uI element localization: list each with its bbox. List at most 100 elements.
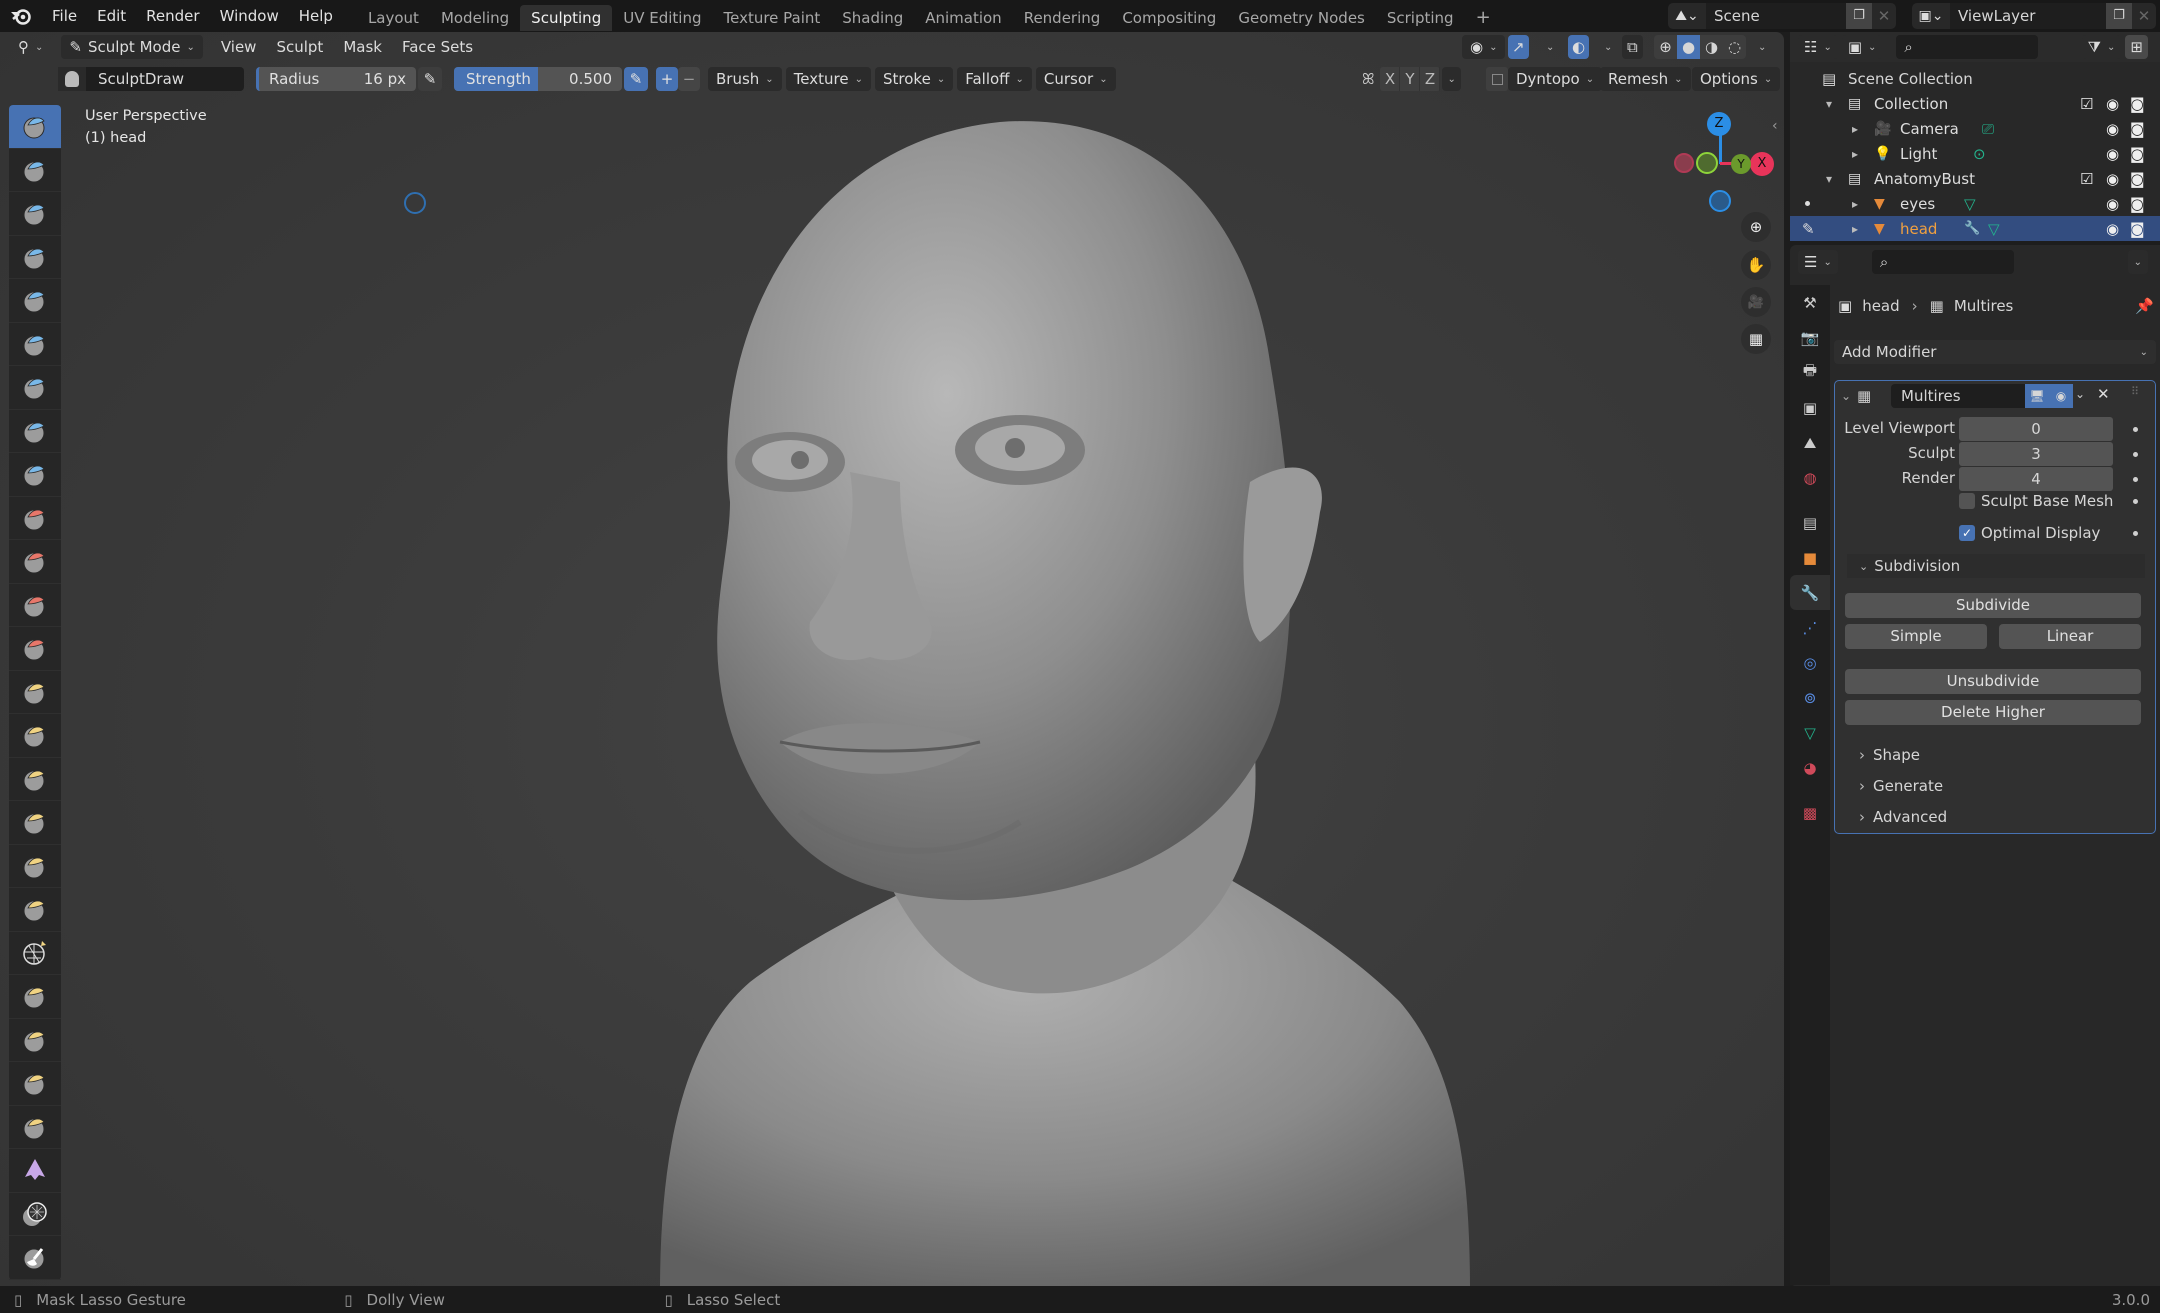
workspace-tab-rendering[interactable]: Rendering bbox=[1013, 5, 1112, 31]
workspace-tab-animation[interactable]: Animation bbox=[914, 5, 1012, 31]
tool-smooth[interactable] bbox=[9, 497, 61, 540]
outliner-row-scene-collection[interactable]: ▤ Scene Collection bbox=[1790, 66, 2160, 91]
sculpt-base-mesh-checkbox[interactable] bbox=[1959, 493, 1975, 509]
options-dropdown[interactable]: Options ⌄ bbox=[1692, 67, 1781, 91]
new-scene-icon[interactable]: ❐ bbox=[1846, 3, 1872, 29]
camera-render-icon[interactable]: ◙ bbox=[2130, 170, 2145, 188]
keyframe-dot-icon[interactable] bbox=[2133, 499, 2138, 504]
symmetry-dropdown[interactable]: ⌄ bbox=[1442, 67, 1461, 91]
symmetry-x-toggle[interactable]: X bbox=[1380, 67, 1401, 91]
properties-editor-type[interactable]: ☰ ⌄ bbox=[1798, 250, 1838, 274]
show-in-viewport-toggle[interactable]: 🖥 bbox=[2025, 384, 2049, 408]
strength-pressure-toggle[interactable]: ✎ bbox=[624, 67, 648, 91]
keyframe-dot-icon[interactable] bbox=[2133, 531, 2138, 536]
add-workspace-button[interactable]: + bbox=[1465, 5, 1502, 31]
menu-render[interactable]: Render bbox=[136, 0, 209, 32]
workspace-tab-sculpting[interactable]: Sculpting bbox=[520, 5, 613, 31]
texture-dropdown[interactable]: Texture ⌄ bbox=[785, 67, 871, 91]
camera-data-icon[interactable]: ⎚ bbox=[1982, 120, 1994, 138]
shading-dropdown[interactable]: ⌄ bbox=[1750, 35, 1774, 59]
mode-selector[interactable]: ✎ Sculpt Mode ⌄ bbox=[61, 35, 203, 59]
camera-render-icon[interactable]: ◙ bbox=[2130, 120, 2145, 138]
brush-dropdown[interactable]: Brush ⌄ bbox=[708, 67, 782, 91]
subdivide-button[interactable]: Subdivide bbox=[1845, 593, 2141, 618]
outliner-row-camera[interactable]: ▸ 🎥 Camera ⎚ ◉ ◙ bbox=[1790, 116, 2160, 141]
tool-blob[interactable] bbox=[9, 410, 61, 453]
properties-tab-output[interactable]: 🖶 bbox=[1790, 355, 1830, 390]
workspace-tab-geometry-nodes[interactable]: Geometry Nodes bbox=[1227, 5, 1376, 31]
outliner-row-collection[interactable]: ▾ ▤ Collection ☑ ◉ ◙ bbox=[1790, 91, 2160, 116]
menu-help[interactable]: Help bbox=[289, 0, 343, 32]
collapsed-arrow-icon[interactable]: ▸ bbox=[1852, 222, 1858, 236]
properties-tab-modifiers[interactable]: 🔧 bbox=[1790, 575, 1830, 610]
tool-fill[interactable] bbox=[9, 584, 61, 627]
filter-dropdown[interactable]: ⧩ ⌄ bbox=[2081, 35, 2122, 59]
zoom-view-button[interactable]: ⊕ bbox=[1741, 212, 1771, 242]
tool-pinch[interactable] bbox=[9, 714, 61, 758]
rendered-shading-button[interactable]: ◌ bbox=[1723, 35, 1746, 59]
direction-add-button[interactable]: + bbox=[656, 67, 678, 91]
collapse-modifier-icon[interactable]: ⌄ bbox=[1841, 389, 1851, 403]
scene-name[interactable]: Scene bbox=[1706, 3, 1846, 29]
view-layer-name[interactable]: ViewLayer bbox=[1950, 3, 2106, 29]
properties-tab-physics[interactable]: ◎ bbox=[1790, 645, 1830, 680]
tool-snake-hook[interactable] bbox=[9, 845, 61, 888]
editor-type-selector[interactable]: ⚲ ⌄ bbox=[10, 35, 51, 59]
tool-elastic-deform[interactable] bbox=[9, 801, 61, 845]
symmetry-z-toggle[interactable]: Z bbox=[1420, 67, 1441, 91]
material-shading-button[interactable]: ◑ bbox=[1700, 35, 1723, 59]
blender-logo-icon[interactable] bbox=[0, 0, 42, 32]
viewport-menu-sculpt[interactable]: Sculpt bbox=[268, 35, 331, 59]
tool-draw-sharp[interactable] bbox=[9, 149, 61, 192]
light-data-icon[interactable]: ⊙ bbox=[1973, 145, 1986, 163]
collapsed-arrow-icon[interactable]: ▸ bbox=[1852, 197, 1858, 211]
keyframe-dot-icon[interactable] bbox=[2133, 452, 2138, 457]
expanded-arrow-icon[interactable]: ▾ bbox=[1826, 97, 1832, 111]
workspace-tab-compositing[interactable]: Compositing bbox=[1111, 5, 1227, 31]
properties-options-dropdown[interactable]: ⌄ bbox=[2127, 250, 2148, 274]
shape-subpanel-header[interactable]: › Shape bbox=[1847, 743, 2145, 767]
outliner-row-head[interactable]: ✎ ▸ ▼ head 🔧 ▽ ◉ ◙ bbox=[1790, 216, 2160, 241]
collapsed-arrow-icon[interactable]: ▸ bbox=[1852, 122, 1858, 136]
tool-slide-relax[interactable] bbox=[9, 1062, 61, 1106]
tool-thumb[interactable] bbox=[9, 888, 61, 932]
new-collection-button[interactable]: ⊞ bbox=[2125, 35, 2148, 59]
outliner-editor-type[interactable]: ☷ ⌄ bbox=[1798, 35, 1838, 59]
sculpt-head-model[interactable] bbox=[600, 82, 1480, 1286]
tool-nudge[interactable] bbox=[9, 975, 61, 1019]
properties-tab-view-layer[interactable]: ▣ bbox=[1790, 390, 1830, 425]
remesh-dropdown[interactable]: Remesh ⌄ bbox=[1600, 67, 1691, 91]
drag-handle-icon[interactable]: ⠿ bbox=[2131, 385, 2139, 398]
advanced-subpanel-header[interactable]: › Advanced bbox=[1847, 805, 2145, 829]
xray-toggle[interactable]: ⧉ bbox=[1622, 35, 1643, 59]
workspace-tab-uv-editing[interactable]: UV Editing bbox=[612, 5, 712, 31]
tool-draw[interactable] bbox=[9, 105, 61, 149]
visibility-selectability-button[interactable]: ◉ ⌄ bbox=[1462, 35, 1506, 59]
properties-tab-scene[interactable]: ⛰ bbox=[1790, 425, 1830, 460]
tool-layer[interactable] bbox=[9, 323, 61, 366]
eye-icon[interactable]: ◉ bbox=[2106, 120, 2119, 138]
pan-view-button[interactable]: ✋ bbox=[1741, 250, 1771, 280]
outliner-row-anatomybust[interactable]: ▾ ▤ AnatomyBust ☑ ◉ ◙ bbox=[1790, 166, 2160, 191]
tool-scrape[interactable] bbox=[9, 627, 61, 671]
menu-file[interactable]: File bbox=[42, 0, 87, 32]
tool-crease[interactable] bbox=[9, 453, 61, 497]
perspective-toggle-button[interactable]: ▦ bbox=[1741, 324, 1771, 354]
gizmo-neg-x-axis[interactable] bbox=[1674, 153, 1694, 173]
properties-tab-object[interactable]: ■ bbox=[1790, 540, 1830, 575]
modifier-wrench-icon[interactable]: 🔧 bbox=[1964, 221, 1980, 236]
workspace-tab-layout[interactable]: Layout bbox=[357, 5, 430, 31]
properties-tab-particles[interactable]: ⋰ bbox=[1790, 610, 1830, 645]
linear-button[interactable]: Linear bbox=[1999, 624, 2141, 649]
keyframe-dot-icon[interactable] bbox=[2133, 427, 2138, 432]
tool-pose[interactable] bbox=[9, 932, 61, 975]
display-mode-selector[interactable]: ▣ ⌄ bbox=[1841, 35, 1883, 59]
properties-search[interactable]: ⌕ bbox=[1871, 250, 2014, 274]
properties-tab-render[interactable]: 📷 bbox=[1790, 320, 1830, 355]
mesh-data-icon[interactable]: ▽ bbox=[1988, 220, 2000, 238]
tool-cloth[interactable] bbox=[9, 1149, 61, 1193]
exclude-checkbox[interactable]: ☑ bbox=[2080, 170, 2093, 188]
viewport-menu-face-sets[interactable]: Face Sets bbox=[394, 35, 481, 59]
tool-flatten[interactable] bbox=[9, 540, 61, 584]
tool-clay[interactable] bbox=[9, 192, 61, 236]
